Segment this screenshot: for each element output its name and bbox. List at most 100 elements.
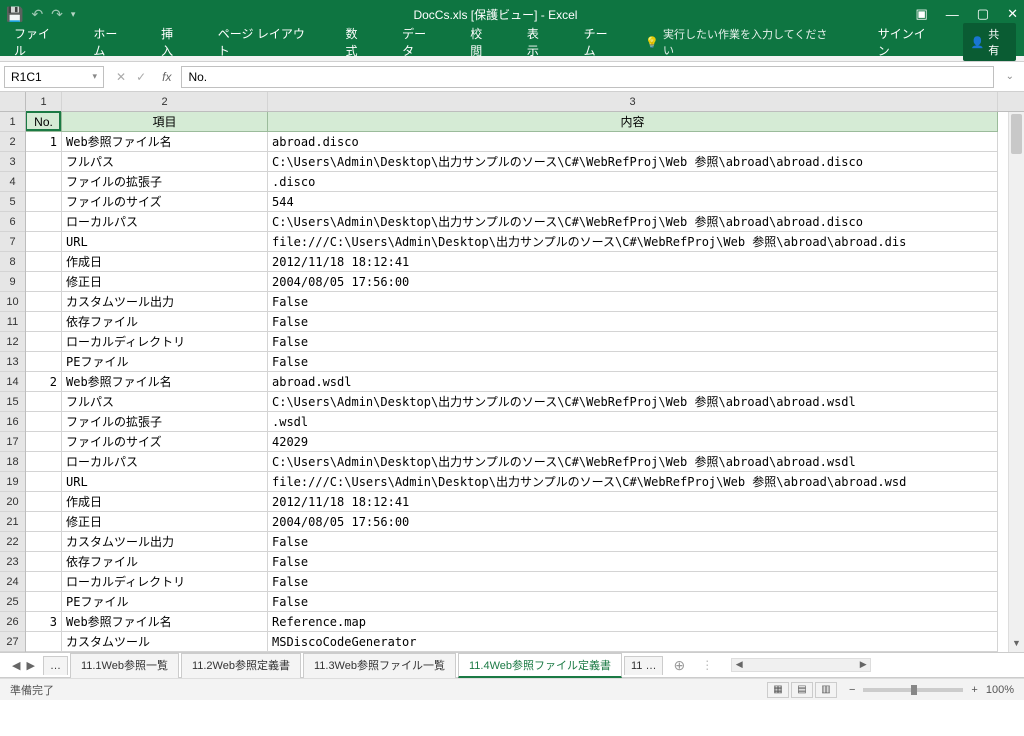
cell-key[interactable]: カスタムツール出力: [62, 532, 268, 552]
maximize-icon[interactable]: ▢: [977, 6, 989, 22]
expand-formula-icon[interactable]: ⌄: [1000, 71, 1020, 82]
save-icon[interactable]: 💾: [6, 6, 23, 23]
row-header[interactable]: 27: [0, 632, 25, 652]
row-header[interactable]: 16: [0, 412, 25, 432]
cell-value[interactable]: False: [268, 352, 998, 372]
select-all-corner[interactable]: [0, 92, 25, 112]
horizontal-scrollbar[interactable]: ◀ ▶: [731, 658, 871, 672]
cell-key[interactable]: ローカルディレクトリ: [62, 572, 268, 592]
row-header[interactable]: 2: [0, 132, 25, 152]
cell-no[interactable]: [26, 452, 62, 472]
sheet-tab[interactable]: 11.4Web参照ファイル定義書: [458, 653, 622, 678]
cell-key[interactable]: PEファイル: [62, 592, 268, 612]
cell-no[interactable]: [26, 212, 62, 232]
cell-key[interactable]: Web参照ファイル名: [62, 132, 268, 152]
cell-key[interactable]: ファイルのサイズ: [62, 192, 268, 212]
cell-value[interactable]: False: [268, 552, 998, 572]
row-header[interactable]: 22: [0, 532, 25, 552]
zoom-out-icon[interactable]: −: [849, 684, 855, 696]
row-header[interactable]: 20: [0, 492, 25, 512]
tab-review[interactable]: 校閲: [464, 21, 499, 63]
cell-value[interactable]: 2004/08/05 17:56:00: [268, 512, 998, 532]
row-header[interactable]: 19: [0, 472, 25, 492]
tab-page-layout[interactable]: ページ レイアウト: [212, 21, 318, 63]
share-button[interactable]: 👤共有: [963, 23, 1017, 61]
row-header[interactable]: 15: [0, 392, 25, 412]
row-header[interactable]: 18: [0, 452, 25, 472]
cell-value[interactable]: 2012/11/18 18:12:41: [268, 492, 998, 512]
signin-link[interactable]: サインイン: [872, 21, 941, 63]
row-header[interactable]: 3: [0, 152, 25, 172]
zoom-slider-thumb[interactable]: [911, 685, 917, 695]
formula-input[interactable]: No.: [181, 66, 993, 88]
cell-value[interactable]: file:///C:\Users\Admin\Desktop\出力サンプルのソー…: [268, 472, 998, 492]
sheet-tab[interactable]: 11.1Web参照一覧: [70, 653, 179, 678]
page-break-view-icon[interactable]: ▥: [815, 682, 837, 698]
cell-value[interactable]: False: [268, 312, 998, 332]
sheet-prev-icon[interactable]: ◀: [12, 659, 20, 672]
header-cell-item[interactable]: 項目: [62, 112, 268, 132]
cell-key[interactable]: 依存ファイル: [62, 312, 268, 332]
cell-no[interactable]: [26, 352, 62, 372]
col-header[interactable]: 3: [268, 92, 998, 111]
name-box[interactable]: R1C1▾: [4, 66, 104, 88]
col-header[interactable]: 1: [26, 92, 62, 111]
cell-no[interactable]: [26, 432, 62, 452]
cell-key[interactable]: URL: [62, 472, 268, 492]
cell-key[interactable]: Web参照ファイル名: [62, 372, 268, 392]
zoom-level[interactable]: 100%: [986, 684, 1014, 696]
cell-value[interactable]: 544: [268, 192, 998, 212]
row-header[interactable]: 1: [0, 112, 25, 132]
cell-no[interactable]: [26, 152, 62, 172]
cell-value[interactable]: C:\Users\Admin\Desktop\出力サンプルのソース\C#\Web…: [268, 392, 998, 412]
cell-value[interactable]: False: [268, 592, 998, 612]
cell-no[interactable]: [26, 572, 62, 592]
header-cell-content[interactable]: 内容: [268, 112, 998, 132]
cell-value[interactable]: abroad.disco: [268, 132, 998, 152]
zoom-slider[interactable]: [863, 688, 963, 692]
cell-key[interactable]: PEファイル: [62, 352, 268, 372]
row-header[interactable]: 8: [0, 252, 25, 272]
row-header[interactable]: 21: [0, 512, 25, 532]
cell-value[interactable]: 2004/08/05 17:56:00: [268, 272, 998, 292]
cell-no[interactable]: [26, 172, 62, 192]
tell-me[interactable]: 💡実行したい作業を入力してください: [645, 26, 827, 58]
cell-no[interactable]: [26, 272, 62, 292]
cell-key[interactable]: カスタムツール: [62, 632, 268, 652]
cell-value[interactable]: C:\Users\Admin\Desktop\出力サンプルのソース\C#\Web…: [268, 152, 998, 172]
cell-value[interactable]: 42029: [268, 432, 998, 452]
vertical-scrollbar[interactable]: ▲ ▼: [1008, 112, 1024, 652]
cell-key[interactable]: 作成日: [62, 492, 268, 512]
cell-key[interactable]: ローカルパス: [62, 212, 268, 232]
cell-no[interactable]: 3: [26, 612, 62, 632]
cell-no[interactable]: [26, 492, 62, 512]
minimize-icon[interactable]: —: [946, 7, 959, 22]
zoom-in-icon[interactable]: +: [971, 684, 977, 696]
row-header[interactable]: 17: [0, 432, 25, 452]
enter-formula-icon[interactable]: ✓: [136, 70, 146, 84]
cell-value[interactable]: 2012/11/18 18:12:41: [268, 252, 998, 272]
cell-key[interactable]: URL: [62, 232, 268, 252]
header-cell-no[interactable]: No.: [26, 112, 62, 132]
tab-file[interactable]: ファイル: [8, 21, 65, 63]
qat-dropdown-icon[interactable]: ▾: [71, 9, 76, 20]
tab-view[interactable]: 表示: [521, 21, 556, 63]
cell-value[interactable]: False: [268, 292, 998, 312]
cell-no[interactable]: 1: [26, 132, 62, 152]
cell-no[interactable]: [26, 192, 62, 212]
cell-no[interactable]: [26, 592, 62, 612]
cancel-formula-icon[interactable]: ✕: [116, 70, 126, 84]
scrollbar-thumb[interactable]: [1011, 114, 1022, 154]
cell-key[interactable]: 修正日: [62, 512, 268, 532]
sheet-tab[interactable]: 11.2Web参照定義書: [181, 653, 301, 678]
cell-key[interactable]: 修正日: [62, 272, 268, 292]
ribbon-display-icon[interactable]: ▣: [916, 6, 928, 22]
tab-data[interactable]: データ: [396, 21, 442, 63]
scroll-down-icon[interactable]: ▼: [1009, 638, 1024, 652]
tab-home[interactable]: ホーム: [87, 21, 133, 63]
sheet-tab-truncated[interactable]: 11 …: [624, 656, 663, 675]
scroll-left-icon[interactable]: ◀: [732, 659, 746, 671]
cell-key[interactable]: フルパス: [62, 152, 268, 172]
cell-value[interactable]: False: [268, 572, 998, 592]
cell-key[interactable]: ファイルの拡張子: [62, 172, 268, 192]
